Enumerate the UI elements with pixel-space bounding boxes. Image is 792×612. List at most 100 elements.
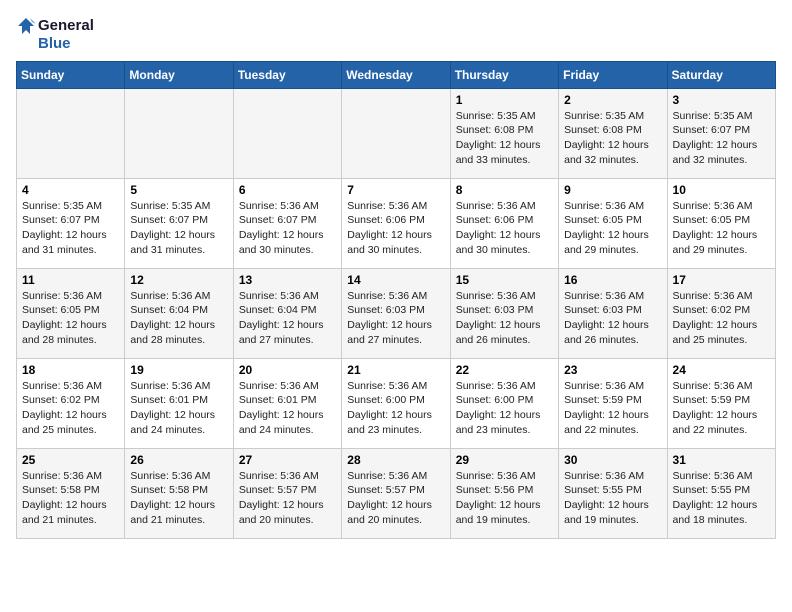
day-number: 5 <box>130 183 227 197</box>
day-info: Sunrise: 5:36 AM Sunset: 6:05 PM Dayligh… <box>22 289 119 348</box>
calendar-cell: 19 Sunrise: 5:36 AM Sunset: 6:01 PM Dayli… <box>125 358 233 448</box>
day-number: 15 <box>456 273 553 287</box>
calendar-cell: 17Sunrise: 5:36 AM Sunset: 6:02 PM Dayli… <box>667 268 775 358</box>
day-number: 9 <box>564 183 661 197</box>
logo-general: General <box>38 18 94 35</box>
calendar-cell <box>233 88 341 178</box>
calendar-cell: 5Sunrise: 5:35 AM Sunset: 6:07 PM Daylig… <box>125 178 233 268</box>
day-number: 10 <box>673 183 770 197</box>
calendar-week-row: 4 Sunrise: 5:35 AM Sunset: 6:07 PM Daylig… <box>17 178 776 268</box>
day-number: 31 <box>673 453 770 467</box>
calendar-week-row: 18 Sunrise: 5:36 AM Sunset: 6:02 PM Dayli… <box>17 358 776 448</box>
day-info: Sunrise: 5:36 AM Sunset: 6:02 PM Dayligh… <box>22 379 119 438</box>
logo-blue: Blue <box>38 36 94 53</box>
day-info: Sunrise: 5:36 AM Sunset: 5:59 PM Dayligh… <box>564 379 661 438</box>
day-number: 26 <box>130 453 227 467</box>
weekday-header: Tuesday <box>233 61 341 88</box>
calendar-cell: 18 Sunrise: 5:36 AM Sunset: 6:02 PM Dayli… <box>17 358 125 448</box>
calendar-cell: 25 Sunrise: 5:36 AM Sunset: 5:58 PM Dayli… <box>17 448 125 538</box>
logo: General Blue <box>16 16 94 53</box>
day-info: Sunrise: 5:35 AM Sunset: 6:07 PM Dayligh… <box>22 199 119 258</box>
day-info: Sunrise: 5:36 AM Sunset: 5:55 PM Dayligh… <box>673 469 770 528</box>
weekday-header: Wednesday <box>342 61 450 88</box>
day-number: 4 <box>22 183 119 197</box>
calendar-week-row: 25 Sunrise: 5:36 AM Sunset: 5:58 PM Dayli… <box>17 448 776 538</box>
calendar-cell: 14 Sunrise: 5:36 AM Sunset: 6:03 PM Dayli… <box>342 268 450 358</box>
day-info: Sunrise: 5:36 AM Sunset: 5:58 PM Dayligh… <box>130 469 227 528</box>
calendar-cell: 15 Sunrise: 5:36 AM Sunset: 6:03 PM Dayli… <box>450 268 558 358</box>
day-info: Sunrise: 5:35 AM Sunset: 6:08 PM Dayligh… <box>456 109 553 168</box>
day-info: Sunrise: 5:36 AM Sunset: 6:01 PM Dayligh… <box>130 379 227 438</box>
day-number: 17 <box>673 273 770 287</box>
day-number: 25 <box>22 453 119 467</box>
calendar-cell: 4 Sunrise: 5:35 AM Sunset: 6:07 PM Daylig… <box>17 178 125 268</box>
day-number: 29 <box>456 453 553 467</box>
day-info: Sunrise: 5:36 AM Sunset: 6:00 PM Dayligh… <box>347 379 444 438</box>
day-info: Sunrise: 5:36 AM Sunset: 6:06 PM Dayligh… <box>456 199 553 258</box>
day-number: 23 <box>564 363 661 377</box>
calendar-cell: 10 Sunrise: 5:36 AM Sunset: 6:05 PM Dayli… <box>667 178 775 268</box>
day-info: Sunrise: 5:36 AM Sunset: 5:58 PM Dayligh… <box>22 469 119 528</box>
calendar-cell: 3 Sunrise: 5:35 AM Sunset: 6:07 PM Daylig… <box>667 88 775 178</box>
day-number: 28 <box>347 453 444 467</box>
calendar-cell: 20 Sunrise: 5:36 AM Sunset: 6:01 PM Dayli… <box>233 358 341 448</box>
calendar-cell <box>17 88 125 178</box>
day-info: Sunrise: 5:36 AM Sunset: 6:00 PM Dayligh… <box>456 379 553 438</box>
calendar-cell: 28 Sunrise: 5:36 AM Sunset: 5:57 PM Dayli… <box>342 448 450 538</box>
header: General Blue <box>16 16 776 53</box>
day-number: 22 <box>456 363 553 377</box>
day-info: Sunrise: 5:36 AM Sunset: 6:01 PM Dayligh… <box>239 379 336 438</box>
day-info: Sunrise: 5:36 AM Sunset: 6:03 PM Dayligh… <box>456 289 553 348</box>
calendar-week-row: 1 Sunrise: 5:35 AM Sunset: 6:08 PM Daylig… <box>17 88 776 178</box>
calendar-cell: 23 Sunrise: 5:36 AM Sunset: 5:59 PM Dayli… <box>559 358 667 448</box>
calendar-cell: 9 Sunrise: 5:36 AM Sunset: 6:05 PM Daylig… <box>559 178 667 268</box>
weekday-header: Friday <box>559 61 667 88</box>
calendar-cell: 24Sunrise: 5:36 AM Sunset: 5:59 PM Dayli… <box>667 358 775 448</box>
day-number: 6 <box>239 183 336 197</box>
logo-text: General Blue <box>16 16 94 53</box>
day-info: Sunrise: 5:35 AM Sunset: 6:07 PM Dayligh… <box>673 109 770 168</box>
day-number: 3 <box>673 93 770 107</box>
weekday-header: Saturday <box>667 61 775 88</box>
calendar-cell: 7Sunrise: 5:36 AM Sunset: 6:06 PM Daylig… <box>342 178 450 268</box>
calendar-table: SundayMondayTuesdayWednesdayThursdayFrid… <box>16 61 776 539</box>
weekday-header: Sunday <box>17 61 125 88</box>
day-info: Sunrise: 5:36 AM Sunset: 6:03 PM Dayligh… <box>347 289 444 348</box>
day-info: Sunrise: 5:36 AM Sunset: 6:03 PM Dayligh… <box>564 289 661 348</box>
day-info: Sunrise: 5:36 AM Sunset: 5:56 PM Dayligh… <box>456 469 553 528</box>
day-number: 19 <box>130 363 227 377</box>
day-number: 20 <box>239 363 336 377</box>
day-info: Sunrise: 5:36 AM Sunset: 6:04 PM Dayligh… <box>130 289 227 348</box>
weekday-header-row: SundayMondayTuesdayWednesdayThursdayFrid… <box>17 61 776 88</box>
calendar-cell: 21 Sunrise: 5:36 AM Sunset: 6:00 PM Dayli… <box>342 358 450 448</box>
calendar-cell: 1 Sunrise: 5:35 AM Sunset: 6:08 PM Daylig… <box>450 88 558 178</box>
calendar-cell: 8 Sunrise: 5:36 AM Sunset: 6:06 PM Daylig… <box>450 178 558 268</box>
day-number: 13 <box>239 273 336 287</box>
calendar-cell: 30Sunrise: 5:36 AM Sunset: 5:55 PM Dayli… <box>559 448 667 538</box>
calendar-week-row: 11 Sunrise: 5:36 AM Sunset: 6:05 PM Dayli… <box>17 268 776 358</box>
day-number: 21 <box>347 363 444 377</box>
calendar-cell <box>125 88 233 178</box>
calendar-cell: 27Sunrise: 5:36 AM Sunset: 5:57 PM Dayli… <box>233 448 341 538</box>
weekday-header: Thursday <box>450 61 558 88</box>
day-number: 8 <box>456 183 553 197</box>
day-number: 16 <box>564 273 661 287</box>
calendar-cell: 11 Sunrise: 5:36 AM Sunset: 6:05 PM Dayli… <box>17 268 125 358</box>
day-info: Sunrise: 5:36 AM Sunset: 6:04 PM Dayligh… <box>239 289 336 348</box>
day-info: Sunrise: 5:36 AM Sunset: 6:05 PM Dayligh… <box>564 199 661 258</box>
day-number: 1 <box>456 93 553 107</box>
calendar-cell: 6Sunrise: 5:36 AM Sunset: 6:07 PM Daylig… <box>233 178 341 268</box>
day-info: Sunrise: 5:36 AM Sunset: 6:05 PM Dayligh… <box>673 199 770 258</box>
day-number: 14 <box>347 273 444 287</box>
day-info: Sunrise: 5:35 AM Sunset: 6:08 PM Dayligh… <box>564 109 661 168</box>
day-info: Sunrise: 5:36 AM Sunset: 5:59 PM Dayligh… <box>673 379 770 438</box>
calendar-cell: 29 Sunrise: 5:36 AM Sunset: 5:56 PM Dayli… <box>450 448 558 538</box>
day-number: 18 <box>22 363 119 377</box>
day-number: 11 <box>22 273 119 287</box>
calendar-cell: 2Sunrise: 5:35 AM Sunset: 6:08 PM Daylig… <box>559 88 667 178</box>
weekday-header: Monday <box>125 61 233 88</box>
day-info: Sunrise: 5:36 AM Sunset: 5:57 PM Dayligh… <box>347 469 444 528</box>
calendar-cell: 26 Sunrise: 5:36 AM Sunset: 5:58 PM Dayli… <box>125 448 233 538</box>
day-number: 7 <box>347 183 444 197</box>
calendar-cell: 12Sunrise: 5:36 AM Sunset: 6:04 PM Dayli… <box>125 268 233 358</box>
